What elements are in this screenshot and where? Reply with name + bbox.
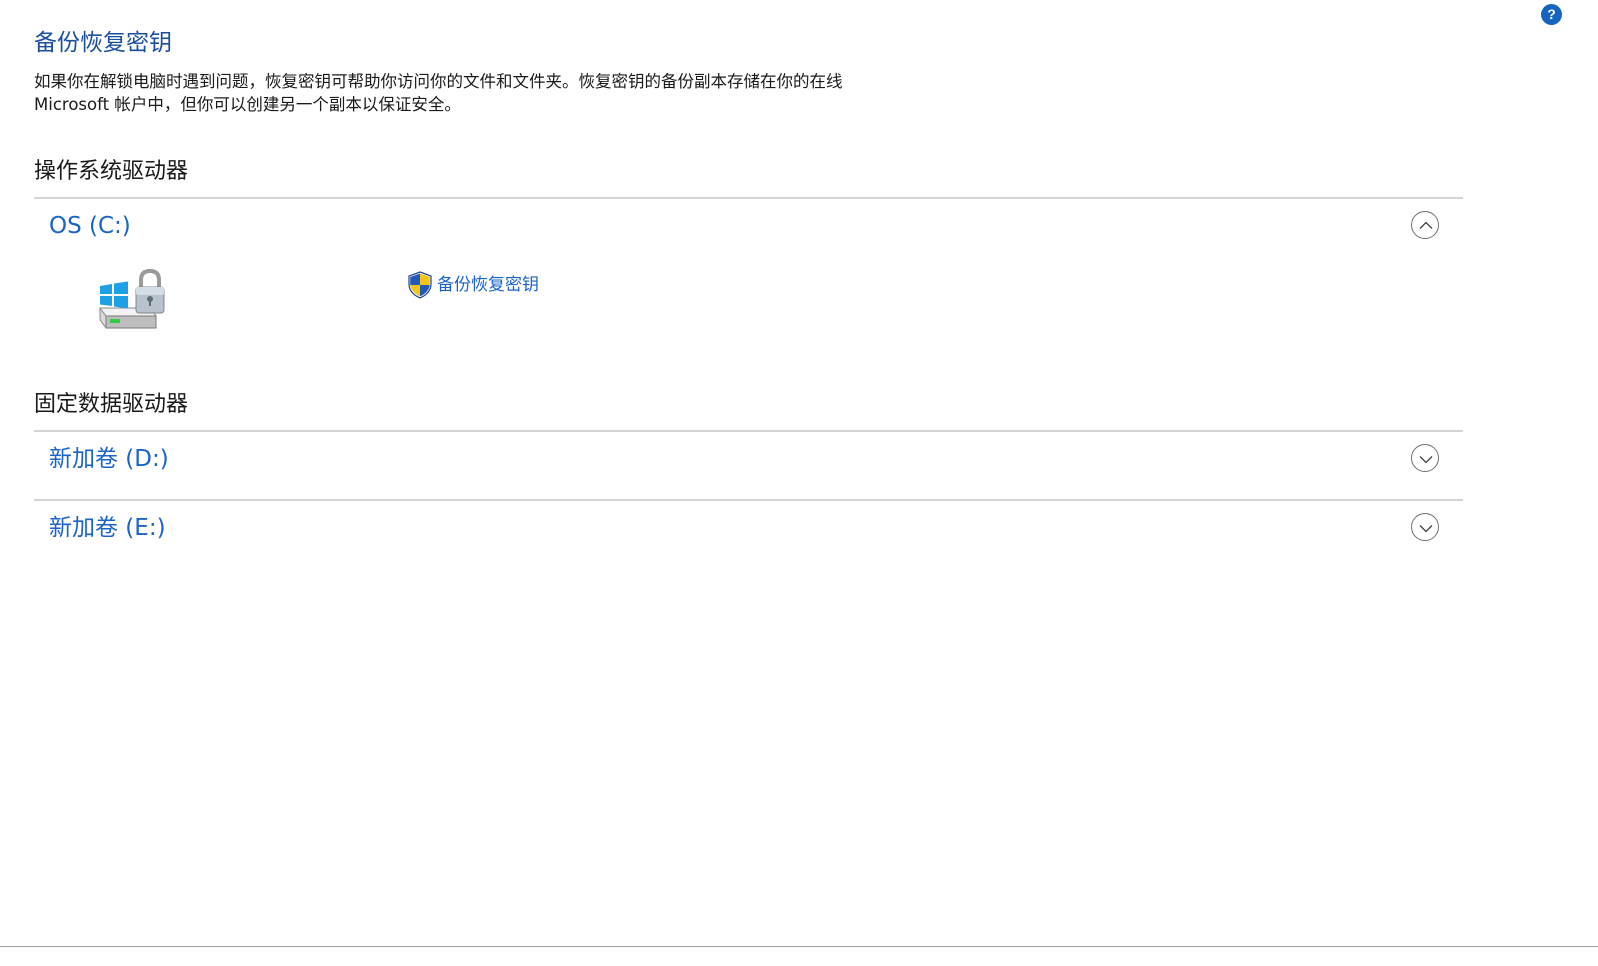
fixed-drive-section-heading: 固定数据驱动器 — [34, 392, 189, 417]
os-drive-section-heading: 操作系统驱动器 — [34, 159, 189, 184]
drive-name-d: 新加卷 (D:) — [49, 446, 169, 472]
expand-button-e[interactable] — [1411, 513, 1439, 541]
expand-button-d[interactable] — [1411, 444, 1439, 472]
drive-row-d[interactable]: 新加卷 (D:) — [34, 433, 1463, 485]
help-button[interactable]: ? — [1541, 4, 1562, 25]
collapse-button-c[interactable] — [1411, 211, 1439, 239]
window-bottom-border — [0, 946, 1598, 947]
backup-recovery-key-window: ? 备份恢复密钥 如果你在解锁电脑时遇到问题，恢复密钥可帮助你访问你的文件和文件… — [0, 0, 1598, 966]
os-section-divider — [34, 197, 1463, 199]
drive-row-c[interactable]: OS (C:) — [34, 200, 1463, 252]
drive-name-c: OS (C:) — [49, 213, 131, 239]
bitlocker-drive-icon — [96, 266, 172, 338]
fixed-section-divider — [34, 430, 1463, 432]
backup-recovery-key-label: 备份恢复密钥 — [437, 275, 539, 295]
drive-name-e: 新加卷 (E:) — [49, 515, 166, 541]
drive-row-divider — [34, 499, 1463, 501]
drive-row-e[interactable]: 新加卷 (E:) — [34, 502, 1463, 554]
page-title: 备份恢复密钥 — [34, 30, 172, 56]
page-description: 如果你在解锁电脑时遇到问题，恢复密钥可帮助你访问你的文件和文件夹。恢复密钥的备份… — [34, 72, 843, 114]
uac-shield-icon — [407, 271, 433, 299]
